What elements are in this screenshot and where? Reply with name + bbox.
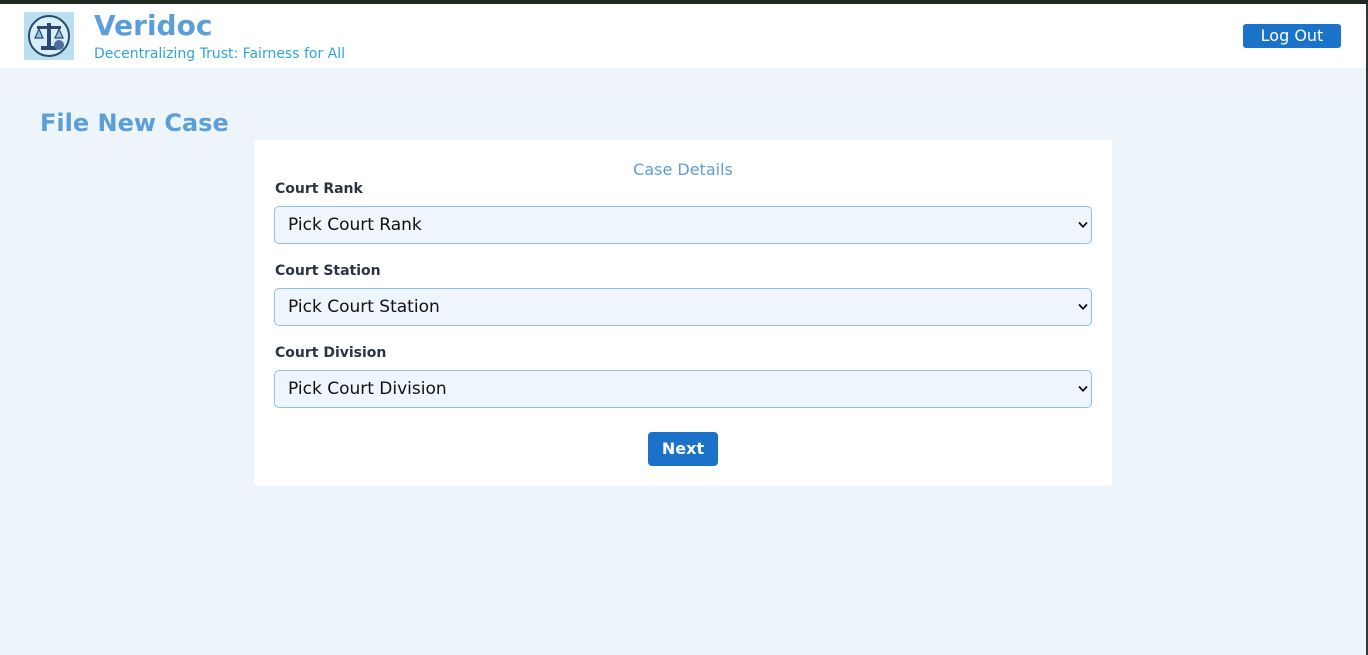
chevron-down-icon [1078, 386, 1088, 392]
court-rank-label: Court Rank [275, 181, 363, 197]
next-button[interactable]: Next [648, 432, 718, 466]
court-division-select[interactable]: Pick Court Division [274, 370, 1092, 408]
court-rank-selected-value: Pick Court Rank [288, 215, 422, 235]
court-division-label: Court Division [275, 345, 387, 361]
card-heading: Case Details [633, 160, 733, 179]
brand-tagline: Decentralizing Trust: Fairness for All [94, 46, 346, 62]
court-division-selected-value: Pick Court Division [288, 379, 447, 399]
chevron-down-icon [1078, 222, 1088, 228]
court-rank-select[interactable]: Pick Court Rank [274, 206, 1092, 244]
page-title: File New Case [40, 109, 229, 137]
chevron-down-icon [1078, 304, 1088, 310]
logout-button[interactable]: Log Out [1243, 24, 1341, 48]
brand-name[interactable]: Veridoc [94, 10, 212, 42]
brand-logo-icon[interactable] [24, 12, 74, 60]
court-station-selected-value: Pick Court Station [288, 297, 440, 317]
app-header: Veridoc Decentralizing Trust: Fairness f… [0, 4, 1366, 68]
case-details-card: Case Details Court Rank Pick Court Rank … [254, 140, 1112, 486]
court-station-select[interactable]: Pick Court Station [274, 288, 1092, 326]
justice-scales-logo-icon [28, 15, 70, 57]
court-station-label: Court Station [275, 263, 381, 279]
